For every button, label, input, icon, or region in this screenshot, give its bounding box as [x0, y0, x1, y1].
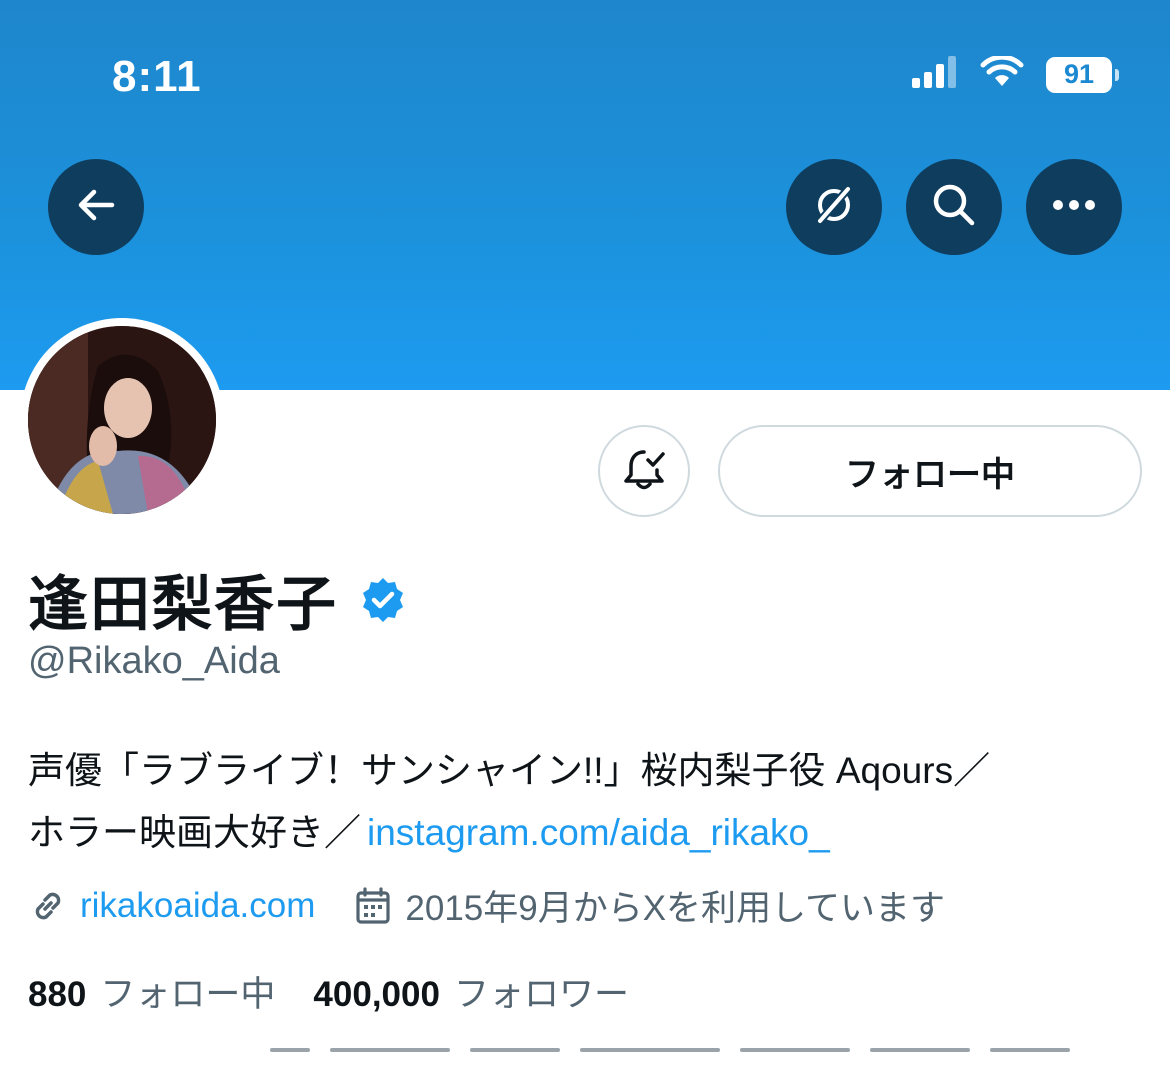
follow-stats: 880 フォロー中 400,000 フォロワー	[28, 966, 629, 1017]
followers-stat[interactable]: 400,000 フォロワー	[313, 966, 629, 1017]
followers-label: フォロワー	[453, 975, 629, 1014]
notifications-button[interactable]	[598, 425, 690, 517]
website-link[interactable]: rikakoaida.com	[80, 886, 315, 926]
grok-icon	[810, 181, 858, 234]
status-icons: 91	[912, 54, 1119, 93]
following-button[interactable]: フォロー中	[718, 425, 1142, 517]
battery-indicator: 91	[1046, 56, 1119, 93]
joined-date-item: 2015年9月からXを利用しています	[355, 880, 945, 931]
name-row: 逢田梨香子	[28, 556, 408, 643]
followers-count: 400,000	[313, 975, 440, 1014]
bio-line: ホラー映画大好き／ instagram.com/aida_rikako_	[28, 802, 1148, 864]
profile-meta: rikakoaida.com 2015年9月からXを利用しています	[28, 880, 945, 931]
search-icon	[930, 181, 978, 234]
bio-text: ホラー映画大好き／	[28, 812, 361, 853]
instagram-link[interactable]: instagram.com/aida_rikako_	[367, 812, 830, 853]
cellular-signal-icon	[912, 56, 958, 93]
more-icon	[1052, 198, 1096, 216]
link-icon	[28, 886, 68, 926]
calendar-icon	[355, 886, 391, 925]
arrow-left-icon	[74, 183, 118, 232]
following-stat[interactable]: 880 フォロー中	[28, 966, 275, 1017]
following-label: フォロー中	[100, 975, 276, 1014]
website-item[interactable]: rikakoaida.com	[28, 886, 315, 926]
profile-page: 8:11 91 フォロー中 逢田梨香子 @Rikako_Aida 声優「ラブライ…	[0, 0, 1170, 1067]
status-time: 8:11	[112, 52, 202, 101]
more-options-button[interactable]	[1026, 159, 1122, 255]
joined-date: 2015年9月からXを利用しています	[405, 889, 946, 928]
search-button[interactable]	[906, 159, 1002, 255]
profile-bio: 声優「ラブライブ！サンシャイン!!」桜内梨子役 Aqours／ ホラー映画大好き…	[28, 740, 1148, 864]
bell-check-icon	[621, 446, 667, 497]
wifi-icon	[980, 54, 1024, 93]
following-count: 880	[28, 975, 87, 1014]
user-handle: @Rikako_Aida	[28, 640, 280, 682]
grok-button[interactable]	[786, 159, 882, 255]
back-button[interactable]	[48, 159, 144, 255]
display-name: 逢田梨香子	[28, 571, 338, 638]
verified-badge-icon[interactable]	[358, 575, 408, 625]
avatar[interactable]	[28, 326, 216, 514]
clipped-content	[0, 1048, 1170, 1067]
bio-line: 声優「ラブライブ！サンシャイン!!」桜内梨子役 Aqours／	[28, 750, 991, 791]
